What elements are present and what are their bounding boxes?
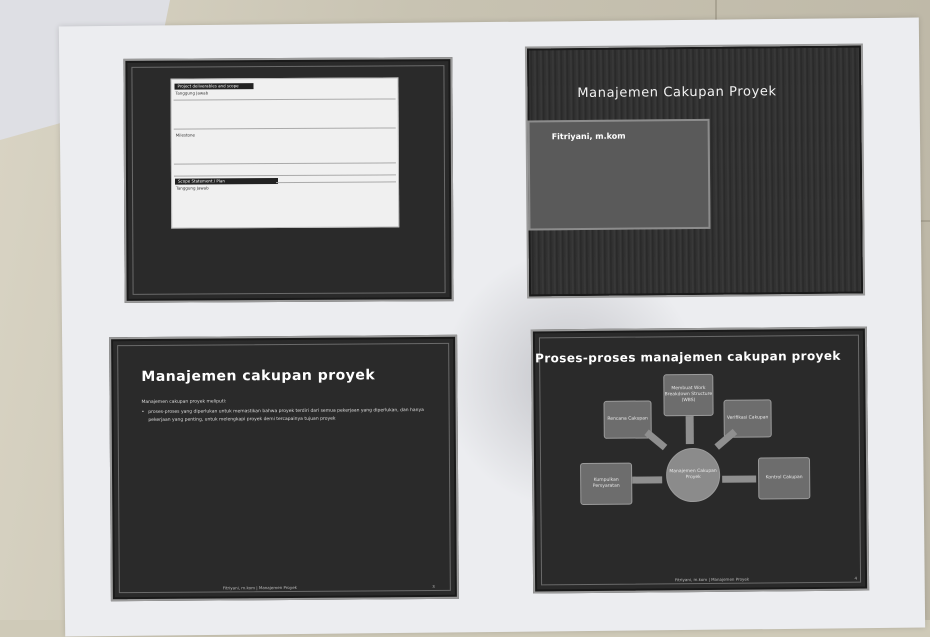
bullet-item: • proses-proses yang diperlukan untuk me… [142,407,432,425]
bullet-dot-icon: • [141,409,145,415]
form-sub-label-2: Tanggung Jawab [176,185,209,191]
author-name: Fitriyani, m.kom [551,131,626,142]
form-line [173,174,396,177]
form-header-1: Project deliverables and scope [174,83,254,90]
subtitle-box: Fitriyani, m.kom [527,118,711,231]
slide-4-thumbnail: Proses-proses manajemen cakupan proyek M… [530,326,870,594]
form-mid-label: Milestone [175,132,196,138]
arrow-left [722,475,757,483]
node-center-scope-management: Manajemen Cakupan Proyek [665,447,721,503]
slide-title: Proses-proses manajemen cakupan proyek [535,348,841,366]
arrow-down [685,416,694,445]
slide-2-thumbnail: Manajemen Cakupan Proyek Fitriyani, m.ko… [524,43,866,299]
form-table-image: Project deliverables and scope Tanggung … [170,77,400,229]
form-header-2: Scope Statement / Plan [174,178,279,185]
slide-body: Manajemen cakupan proyek meliputi: • pro… [142,397,432,425]
tile-seam [715,0,717,20]
slide-number: 3 [432,583,435,589]
form-sub-label-1: Tanggung Jawab [175,90,209,96]
slide-title: Manajemen cakupan proyek [141,367,376,385]
slide-3-thumbnail: Manajemen cakupan proyek Manajemen cakup… [109,334,459,602]
node-control-scope: Kontrol Cakupan [757,457,811,500]
slide-footer: Fitriyani, m.kom | Manajemen Proyek [675,576,750,583]
arrow-right [632,476,663,484]
node-collect-requirements: Kumpulkan Persyaratan [580,462,633,506]
form-line [173,127,396,130]
intro-text: Manajemen cakupan proyek meliputi: [141,399,227,405]
slide-footer: Fitriyani, m.kom | Manajemen Proyek [222,584,298,591]
form-line [173,98,396,101]
form-line [276,181,397,184]
node-wbs: Membuat Work Breakdown Structure (WBS) [663,373,714,417]
slide-number: 4 [854,575,858,581]
slide-1-thumbnail: Project deliverables and scope Tanggung … [123,57,454,303]
slide-title: Manajemen Cakupan Proyek [577,84,777,102]
form-line [173,162,396,165]
bullet-text: proses-proses yang diperlukan untuk mema… [148,408,424,423]
